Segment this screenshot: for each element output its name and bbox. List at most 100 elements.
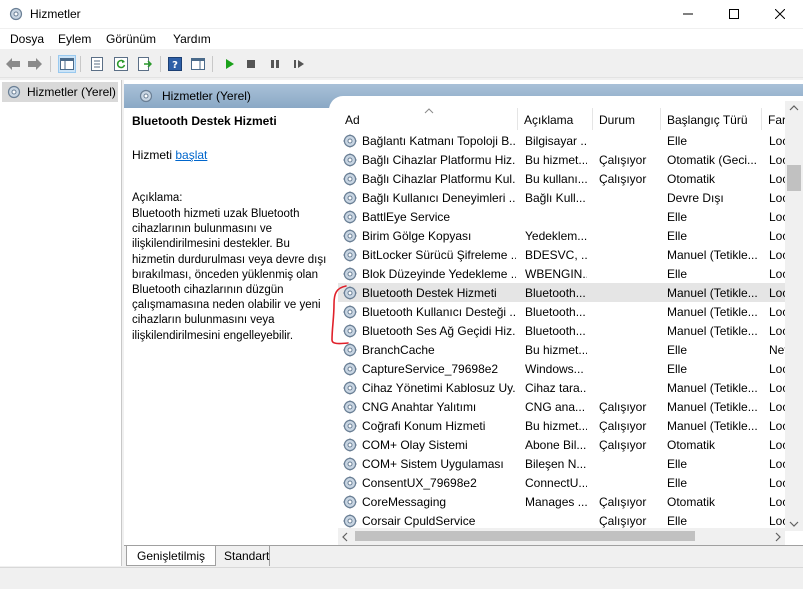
service-row[interactable]: CNG Anahtar Yalıtımı CNG ana... Çalışıyor M… — [338, 397, 802, 416]
service-status: Çalışıyor — [599, 495, 647, 509]
forward-button[interactable] — [26, 55, 44, 73]
service-description: ConnectU... — [525, 476, 587, 490]
minimize-button[interactable] — [665, 0, 711, 28]
service-row[interactable]: BattlEye Service Elle Loc — [338, 207, 802, 226]
properties-button[interactable] — [88, 55, 106, 73]
service-startup-type: Elle — [667, 343, 688, 357]
vertical-scroll-thumb[interactable] — [787, 165, 801, 191]
menu-dosya[interactable]: Dosya — [10, 32, 44, 46]
menu-yardim[interactable]: Yardım — [173, 32, 211, 46]
service-name: Bağlantı Katmanı Topoloji B... — [362, 134, 516, 148]
show-action-pane-button[interactable] — [189, 55, 207, 73]
refresh-button[interactable] — [112, 55, 130, 73]
start-service-button[interactable] — [220, 55, 238, 73]
service-status: Çalışıyor — [599, 153, 647, 167]
scroll-up-icon — [789, 105, 799, 111]
service-description: Windows... — [525, 362, 584, 376]
service-startup-type: Devre Dışı — [667, 191, 724, 205]
service-row[interactable]: Coğrafi Konum Hizmeti Bu hizmet... Çalışıy… — [338, 416, 802, 435]
service-name: BattlEye Service — [362, 210, 451, 224]
service-name: Coğrafi Konum Hizmeti — [362, 419, 486, 433]
service-row[interactable]: Bluetooth Destek Hizmeti Bluetooth... Manu… — [338, 283, 802, 302]
service-row[interactable]: Birim Gölge Kopyası Yedeklem... Elle Loc — [338, 226, 802, 245]
service-name: BranchCache — [362, 343, 435, 357]
stop-service-button[interactable] — [242, 55, 260, 73]
service-row[interactable]: Bluetooth Kullanıcı Desteği ... Bluetooth… — [338, 302, 802, 321]
console-tree: Hizmetler (Yerel) — [0, 80, 122, 566]
maximize-button[interactable] — [711, 0, 757, 28]
column-header-status[interactable]: Durum — [593, 108, 661, 130]
service-row[interactable]: BranchCache Bu hizmet... Elle Net — [338, 340, 802, 359]
restart-icon — [294, 60, 304, 68]
service-row[interactable]: CoreMessaging Manages ... Çalışıyor Otomati… — [338, 492, 802, 511]
service-action-prefix: Hizmeti — [132, 148, 176, 162]
service-row[interactable]: Bluetooth Ses Ağ Geçidi Hiz... Bluetooth.… — [338, 321, 802, 340]
service-startup-type: Elle — [667, 476, 688, 490]
pause-service-button[interactable] — [266, 55, 284, 73]
service-gear-icon — [343, 172, 357, 186]
service-row[interactable]: Bağlı Cihazlar Platformu Kul... Bu kullan… — [338, 169, 802, 188]
service-description: Bu hizmet... — [525, 153, 587, 167]
back-button[interactable] — [4, 55, 22, 73]
service-row[interactable]: COM+ Olay Sistemi Abone Bil... Çalışıyor Ot… — [338, 435, 802, 454]
column-header-name[interactable]: Ad — [338, 108, 518, 130]
start-service-link[interactable]: başlat — [175, 148, 207, 162]
console-tree-icon — [60, 58, 74, 70]
refresh-icon — [114, 57, 128, 71]
tab-standard[interactable]: Standart — [220, 546, 271, 566]
menu-eylem[interactable]: Eylem — [58, 32, 91, 46]
service-gear-icon — [343, 267, 357, 281]
scroll-right-icon — [775, 532, 781, 542]
horizontal-scroll-thumb[interactable] — [355, 531, 695, 541]
export-list-button[interactable] — [136, 55, 154, 73]
restart-service-button[interactable] — [290, 55, 308, 73]
scroll-left-icon — [342, 532, 348, 542]
export-icon — [138, 57, 152, 71]
service-row[interactable]: Blok Düzeyinde Yedekleme ... WBENGIN... El… — [338, 264, 802, 283]
red-annotation-bracket — [331, 285, 349, 345]
service-description: Manages ... — [525, 495, 587, 509]
status-bar — [0, 567, 803, 589]
maximize-icon — [729, 9, 739, 19]
tab-extended[interactable]: Genişletilmiş — [126, 546, 217, 566]
service-name: Blok Düzeyinde Yedekleme ... — [362, 267, 516, 281]
tree-item-label: Hizmetler (Yerel) — [27, 85, 116, 99]
close-button[interactable] — [757, 0, 803, 28]
help-icon: ? — [168, 57, 182, 71]
service-startup-type: Elle — [667, 457, 688, 471]
services-gear-icon — [139, 89, 153, 103]
service-row[interactable]: ConsentUX_79698e2 ConnectU... Elle Loc — [338, 473, 802, 492]
service-description: Bluetooth... — [525, 286, 586, 300]
service-row[interactable]: CaptureService_79698e2 Windows... Elle Loc — [338, 359, 802, 378]
service-row[interactable]: Bağlı Cihazlar Platformu Hiz... Bu hizmet… — [338, 150, 802, 169]
menu-gorunum[interactable]: Görünüm — [106, 32, 156, 46]
help-button[interactable]: ? — [166, 55, 184, 73]
back-arrow-icon — [6, 58, 20, 70]
properties-icon — [91, 57, 103, 71]
service-startup-type: Elle — [667, 362, 688, 376]
tree-item-services-local[interactable]: Hizmetler (Yerel) — [2, 82, 118, 102]
forward-arrow-icon — [28, 58, 42, 70]
service-startup-type: Manuel (Tetikle... — [667, 400, 758, 414]
minimize-icon — [683, 13, 693, 15]
service-description: Bağlı Kull... — [525, 191, 586, 205]
service-row[interactable]: BitLocker Sürücü Şifreleme ... BDESVC, ..… — [338, 245, 802, 264]
service-name: COM+ Olay Sistemi — [362, 438, 468, 452]
service-startup-type: Manuel (Tetikle... — [667, 381, 758, 395]
service-name: COM+ Sistem Uygulaması — [362, 457, 504, 471]
service-description-pane: Bluetooth Destek Hizmeti Hizmeti başlat … — [132, 112, 332, 342]
service-name: CaptureService_79698e2 — [362, 362, 499, 376]
service-row[interactable]: Bağlı Kullanıcı Deneyimleri ... Bağlı Kul… — [338, 188, 802, 207]
service-name: Bluetooth Kullanıcı Desteği ... — [362, 305, 516, 319]
column-header-description[interactable]: Açıklama — [518, 108, 593, 130]
close-icon — [775, 9, 785, 19]
service-row[interactable]: Bağlantı Katmanı Topoloji B... Bilgisayar… — [338, 131, 802, 150]
show-hide-console-tree-button[interactable] — [58, 55, 76, 73]
title-bar: Hizmetler — [0, 0, 803, 28]
service-row[interactable]: COM+ Sistem Uygulaması Bileşen N... Elle Lo… — [338, 454, 802, 473]
service-description: Cihaz tara... — [525, 381, 587, 395]
selected-service-name: Bluetooth Destek Hizmeti — [132, 114, 277, 128]
column-header-startup-type[interactable]: Başlangıç Türü — [661, 108, 762, 130]
service-gear-icon — [343, 438, 357, 452]
service-row[interactable]: Cihaz Yönetimi Kablosuz Uy... Cihaz tara.… — [338, 378, 802, 397]
